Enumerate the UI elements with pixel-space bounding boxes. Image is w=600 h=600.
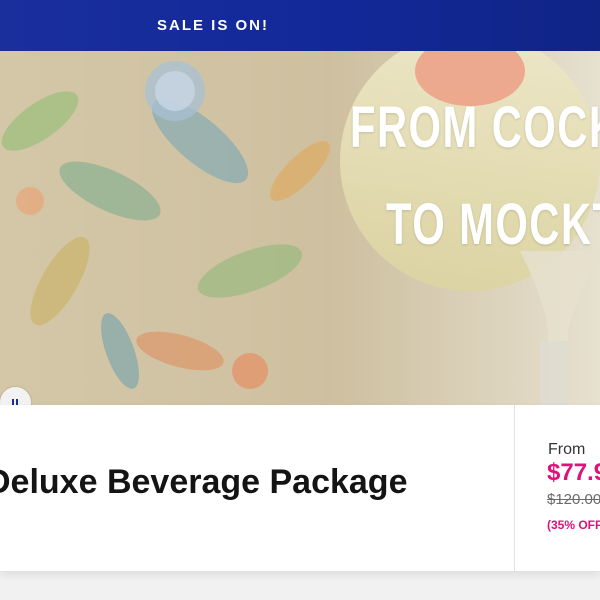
discount-badge: (35% OFF) (547, 518, 600, 532)
hero-headline-line2: TO MOCKTAILS (386, 192, 600, 257)
hero-headline-line1: FROM COCKTAILS (350, 95, 600, 160)
original-price: $120.00 (547, 491, 600, 508)
hero-image: FROM COCKTAILS TO MOCKTAILS (0, 51, 600, 405)
sale-banner-text: SALE IS ON! (156, 17, 269, 34)
price-from-label: From (548, 441, 586, 458)
sale-banner[interactable]: SALE IS ON! (0, 0, 600, 51)
card-divider (514, 405, 515, 571)
sale-price: $77.99 (547, 459, 600, 486)
product-title: Deluxe Beverage Package (0, 463, 408, 501)
